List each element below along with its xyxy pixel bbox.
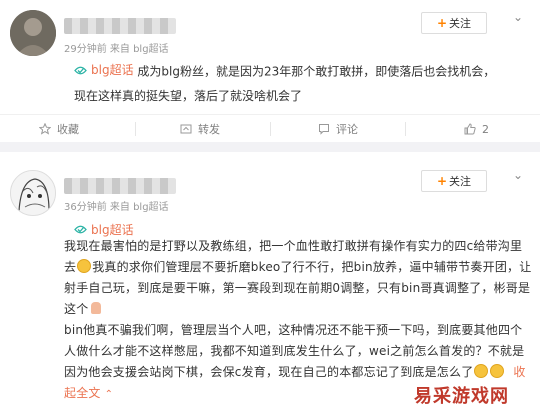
post-text: 我现在最害怕的是打野以及教练组，把一个血性敢打敢拼有操作有实力的四c给带沟里去我… — [64, 236, 534, 405]
divider — [135, 122, 136, 136]
plus-icon: + — [436, 16, 448, 30]
post-text-line2: 现在这样真的挺失望，落后了就没啥机会了 — [74, 88, 303, 103]
post-text-line1: 成为blg粉丝，就是因为23年那个敢打敢拼，即使落后也会找机会， — [137, 64, 496, 79]
super-topic-icon — [74, 225, 87, 234]
user-avatar[interactable] — [10, 10, 56, 56]
super-topic-tag[interactable]: blg超话 — [74, 58, 134, 82]
comment-label: 评论 — [336, 123, 358, 136]
post-text-part-c: bin他真不骗我们啊，管理层当个人吧，这种情况还不能干预一下吗，到底要其他四个人… — [64, 323, 525, 379]
comment-button[interactable]: 评论 — [318, 115, 358, 143]
follow-label: 关注 — [449, 175, 472, 188]
chevron-down-icon[interactable]: ⌄ — [513, 11, 527, 23]
comment-icon — [319, 124, 329, 135]
super-topic-label: blg超话 — [91, 63, 134, 77]
repost-button[interactable]: 转发 — [180, 115, 220, 143]
weibo-post-1: 29分钟前 来自 blg超话 + 关注 ⌄ blg超话 成为blg粉丝，就是因为… — [0, 0, 540, 142]
plus-icon: + — [436, 174, 448, 188]
hand-emoji-icon — [91, 302, 102, 314]
follow-label: 关注 — [449, 17, 472, 30]
like-count: 2 — [482, 122, 489, 136]
post-meta: 29分钟前 来自 blg超话 — [64, 44, 169, 55]
action-bar: 收藏 转发 评论 2 — [0, 114, 540, 142]
star-icon — [39, 123, 51, 135]
cry-emoji-icon — [490, 364, 505, 378]
watermark: 易采游戏网 — [414, 386, 509, 407]
thumbs-up-icon — [464, 123, 476, 135]
user-avatar[interactable] — [10, 170, 56, 216]
repost-icon — [180, 124, 192, 134]
post-text-part-b: 我真的求你们管理层不要折磨bkeo了行不行，把bin放养，逼中辅带节奏开团，让射… — [64, 260, 532, 316]
username-blurred[interactable] — [64, 178, 176, 194]
like-button[interactable]: 2 — [464, 115, 489, 143]
smile-emoji-icon — [77, 259, 92, 273]
follow-button[interactable]: + 关注 — [421, 12, 487, 34]
divider — [270, 122, 271, 136]
post-text: blg超话 成为blg粉丝，就是因为23年那个敢打敢拼，即使落后也会找机会， 现… — [74, 58, 520, 108]
favorite-button[interactable]: 收藏 — [39, 115, 79, 143]
cry-emoji-icon — [474, 364, 489, 378]
divider — [405, 122, 406, 136]
repost-label: 转发 — [198, 123, 220, 136]
chevron-up-icon: ⌃ — [104, 389, 114, 400]
favorite-label: 收藏 — [57, 123, 79, 136]
post-meta: 36分钟前 来自 blg超话 — [64, 202, 169, 213]
chevron-down-icon[interactable]: ⌄ — [513, 169, 527, 181]
super-topic-icon — [74, 66, 87, 74]
username-blurred[interactable] — [64, 18, 176, 34]
follow-button[interactable]: + 关注 — [421, 170, 487, 192]
